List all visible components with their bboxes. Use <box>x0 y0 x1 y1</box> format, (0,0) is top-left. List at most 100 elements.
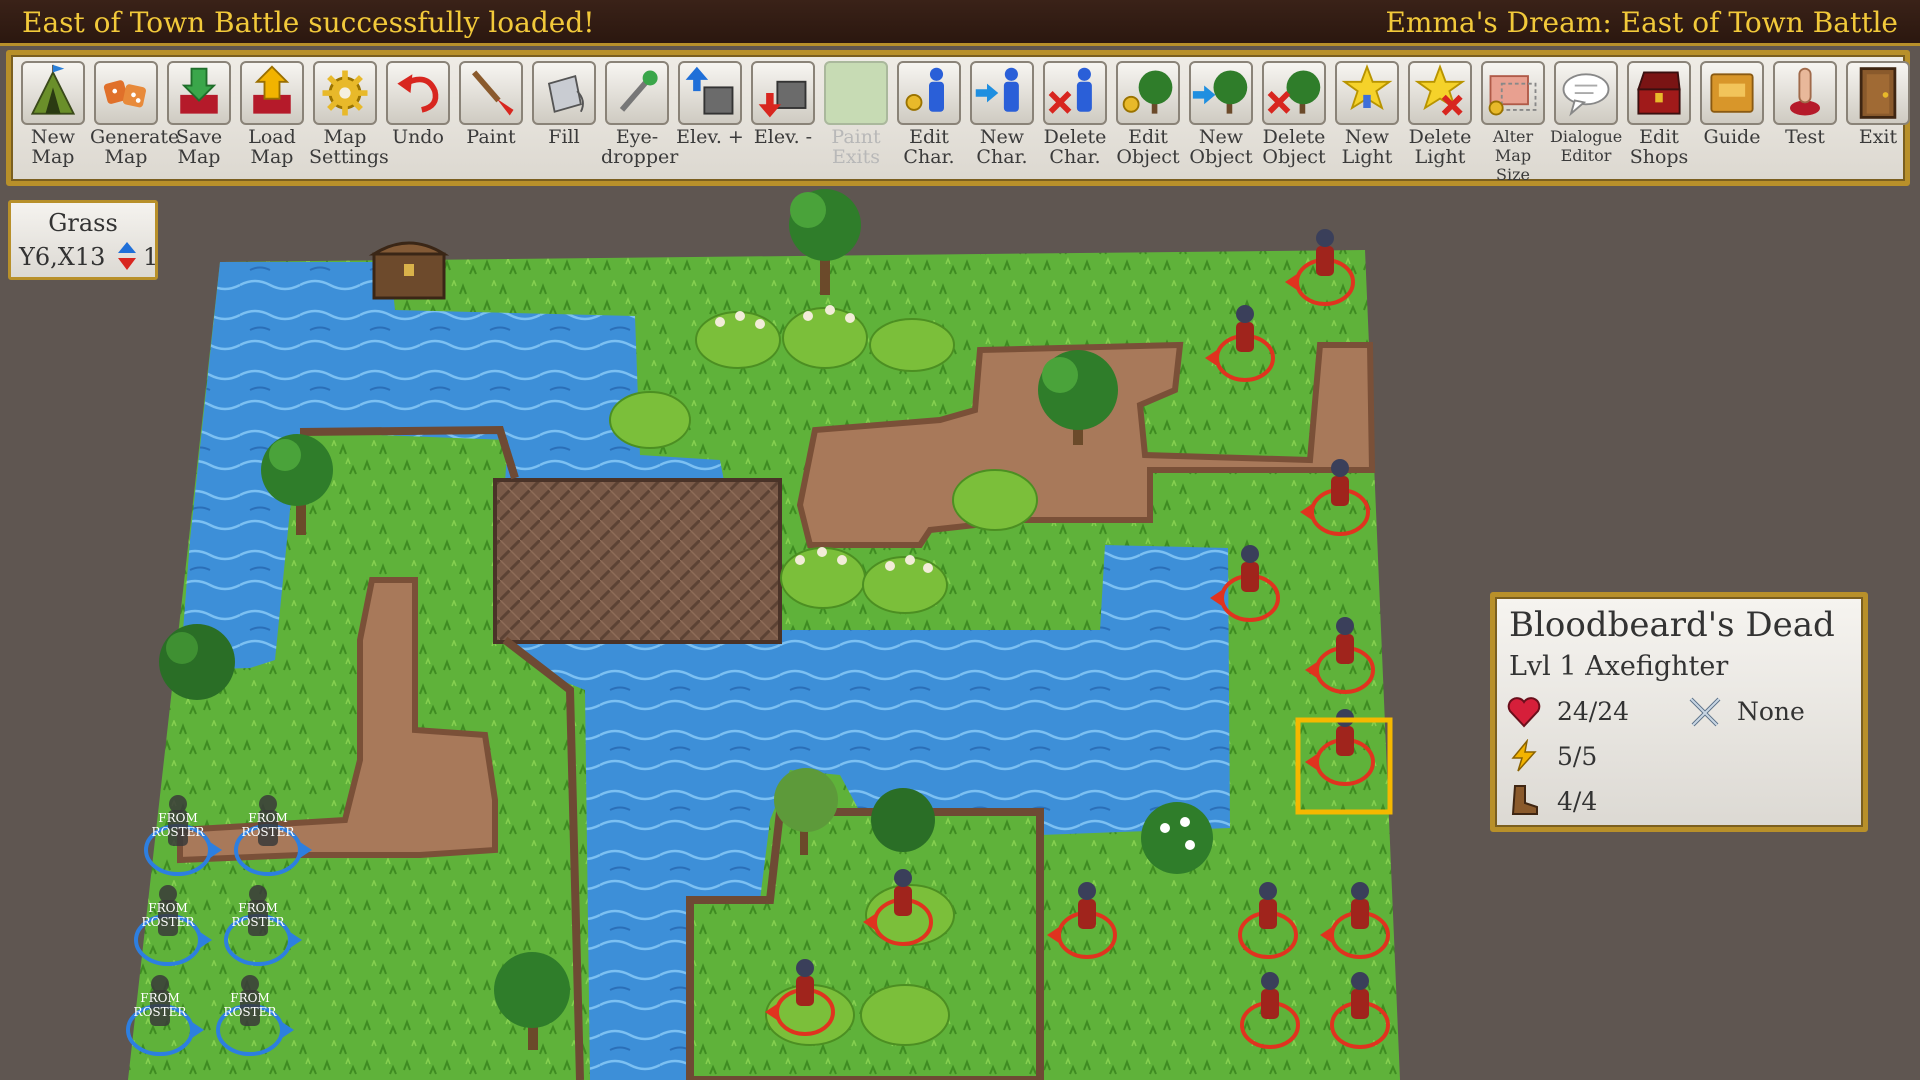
guide-label: Guide <box>1703 126 1761 148</box>
roster-label: ROSTER <box>242 825 296 839</box>
map-title: Emma's Dream: East of Town Battle <box>1385 6 1898 39</box>
exit-label: Exit <box>1858 126 1898 148</box>
dialogue-editor-label: Dialogue Editor <box>1550 127 1623 165</box>
bush <box>871 788 935 852</box>
alter-map-size-label: Alter Map Size <box>1492 127 1534 184</box>
crossed-swords-icon <box>1689 697 1721 727</box>
elevation-up-icon <box>678 61 742 125</box>
generate-map-label: Generate Map <box>90 126 180 168</box>
energy-value: 5/5 <box>1557 742 1598 771</box>
load-map-label: Load Map <box>248 126 296 168</box>
undo-icon <box>386 61 450 125</box>
roster-label: ROSTER <box>142 915 196 929</box>
elev-down-button[interactable]: Elev. - <box>747 61 819 181</box>
generate-map-button[interactable]: Generate Map <box>90 61 180 181</box>
edit-object-label: Edit Object <box>1116 126 1180 168</box>
elevation-down-icon <box>751 61 815 125</box>
eyedropper-label: Eye- dropper <box>601 126 679 168</box>
save-map-label: Save Map <box>175 126 223 168</box>
edit-char-button[interactable]: Edit Char. <box>893 61 965 181</box>
edit-character-icon <box>897 61 961 125</box>
roster-label: ROSTER <box>152 825 206 839</box>
dialogue-editor-button[interactable]: Dialogue Editor <box>1550 61 1622 181</box>
roster-label: FROM <box>148 901 188 915</box>
character-name: Bloodbeard's Dead <box>1509 605 1835 645</box>
wooden-bridge <box>493 478 782 644</box>
delete-char-label: Delete Char. <box>1043 126 1107 168</box>
bush <box>159 624 235 700</box>
eyedropper-button[interactable]: Eye- dropper <box>601 61 679 181</box>
treasure-chest[interactable] <box>368 241 450 300</box>
brush-icon <box>459 61 523 125</box>
roster-label: ROSTER <box>134 1005 188 1019</box>
new-char-label: New Char. <box>976 126 1028 168</box>
new-map-button[interactable]: New Map <box>17 61 89 181</box>
new-object-label: New Object <box>1189 126 1253 168</box>
new-object-button[interactable]: New Object <box>1185 61 1257 181</box>
new-light-button[interactable]: New Light <box>1331 61 1403 181</box>
roster-label: FROM <box>140 991 180 1005</box>
delete-character-icon <box>1043 61 1107 125</box>
dice-icon <box>94 61 158 125</box>
paint-exits-label: Paint Exits <box>831 126 881 168</box>
undo-label: Undo <box>392 126 444 148</box>
chest-icon <box>1627 61 1691 125</box>
exit-paint-icon <box>824 61 888 125</box>
eyedropper-icon <box>605 61 669 125</box>
new-character-icon <box>970 61 1034 125</box>
delete-light-button[interactable]: Delete Light <box>1404 61 1476 181</box>
elev-up-label: Elev. + <box>676 126 744 148</box>
boot-icon <box>1511 785 1538 815</box>
edit-object-button[interactable]: Edit Object <box>1112 61 1184 181</box>
undo-button[interactable]: Undo <box>382 61 454 181</box>
map-settings-label: Map Settings <box>309 126 389 168</box>
delete-object-button[interactable]: Delete Object <box>1258 61 1330 181</box>
battle-map[interactable]: FROMROSTERFROMROSTERFROMROSTERFROMROSTER… <box>0 188 1420 1080</box>
load-icon <box>240 61 304 125</box>
delete-char-button[interactable]: Delete Char. <box>1039 61 1111 181</box>
move-value: 4/4 <box>1557 787 1598 816</box>
character-class: Lvl 1 Axefighter <box>1509 651 1729 682</box>
door-icon <box>1846 61 1910 125</box>
test-button[interactable]: Test <box>1769 61 1841 181</box>
roster-label: FROM <box>248 811 288 825</box>
new-light-label: New Light <box>1341 126 1393 168</box>
paint-label: Paint <box>466 126 516 148</box>
delete-light-icon <box>1408 61 1472 125</box>
editor-toolbar: New Map Generate Map Save Map Load Map Map S… <box>6 50 1910 186</box>
elev-up-button[interactable]: Elev. + <box>674 61 746 181</box>
tent-icon <box>21 61 85 125</box>
character-info-panel: Bloodbeard's Dead Lvl 1 Axefighter 24/24… <box>1490 592 1868 832</box>
alter-map-size-button[interactable]: Alter Map Size <box>1477 61 1549 184</box>
guide-button[interactable]: Guide <box>1696 61 1768 181</box>
test-label: Test <box>1785 126 1825 148</box>
exit-button[interactable]: Exit <box>1842 61 1914 181</box>
new-light-icon <box>1335 61 1399 125</box>
delete-object-label: Delete Object <box>1262 126 1326 168</box>
speech-bubble-icon <box>1554 61 1618 125</box>
edit-char-label: Edit Char. <box>903 126 955 168</box>
paint-button[interactable]: Paint <box>455 61 527 181</box>
delete-light-label: Delete Light <box>1408 126 1472 168</box>
heart-icon <box>1507 697 1541 728</box>
flowering-bush <box>1141 802 1213 874</box>
new-char-button[interactable]: New Char. <box>966 61 1038 181</box>
weapon-value: None <box>1737 697 1805 726</box>
lightning-icon <box>1511 739 1537 772</box>
save-map-button[interactable]: Save Map <box>163 61 235 181</box>
load-map-button[interactable]: Load Map <box>236 61 308 181</box>
new-object-icon <box>1189 61 1253 125</box>
bucket-icon <box>532 61 596 125</box>
roster-label: FROM <box>230 991 270 1005</box>
map-settings-button[interactable]: Map Settings <box>309 61 389 181</box>
hp-value: 24/24 <box>1557 697 1630 726</box>
edit-shops-label: Edit Shops <box>1629 126 1689 168</box>
fill-button[interactable]: Fill <box>528 61 600 181</box>
status-message: East of Town Battle successfully loaded! <box>22 6 595 39</box>
edit-shops-button[interactable]: Edit Shops <box>1623 61 1695 181</box>
new-map-label: New Map <box>30 126 76 168</box>
roster-label: ROSTER <box>232 915 286 929</box>
map-size-icon <box>1481 61 1545 125</box>
roster-label: FROM <box>238 901 278 915</box>
finger-button-icon <box>1773 61 1837 125</box>
